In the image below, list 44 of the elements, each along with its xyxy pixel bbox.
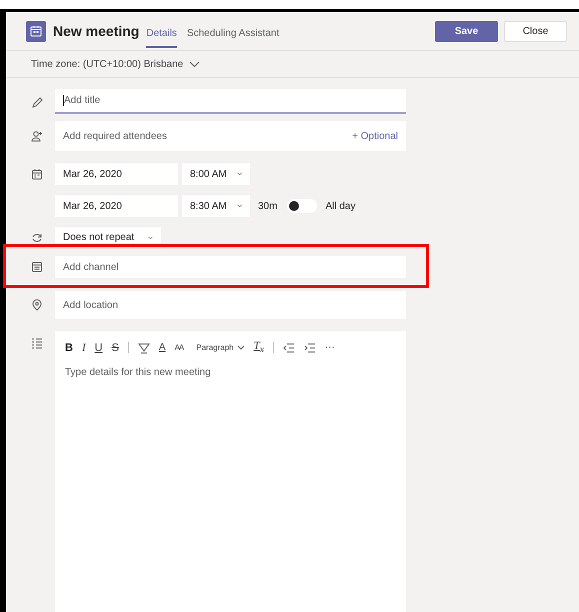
repeat-icon [31, 232, 43, 244]
title-field[interactable]: Add title [55, 89, 406, 114]
paragraph-dropdown[interactable]: Paragraph [196, 340, 245, 355]
channel-icon [31, 261, 43, 273]
chevron-down-icon [236, 203, 242, 209]
outdent-icon[interactable] [282, 342, 295, 353]
duration-label: 30m [258, 200, 278, 212]
chevron-down-icon [236, 171, 242, 177]
date-field[interactable]: Mar 26, 2020 [55, 195, 178, 217]
location-field[interactable]: Add location [55, 291, 406, 319]
chevron-down-icon [189, 60, 200, 68]
calendar-icon [26, 20, 46, 42]
all-day-toggle[interactable] [287, 199, 318, 213]
chevron-down-icon [148, 234, 153, 240]
strike-button[interactable]: S [112, 340, 119, 355]
add-person-icon [31, 130, 43, 142]
close-button[interactable]: Close [504, 20, 567, 42]
bold-button[interactable]: B [65, 340, 73, 355]
italic-button[interactable]: I [82, 340, 86, 355]
timezone-dropdown[interactable]: Time zone: (UTC+10:00) Brisbane [31, 58, 200, 70]
tab[interactable]: Scheduling Assistant [186, 18, 280, 48]
location-pin-icon [31, 299, 43, 311]
clear-format-button[interactable]: T$_{x}$ [254, 339, 264, 356]
attendees-field[interactable]: Add required attendees + Optional [55, 121, 406, 151]
details-field[interactable]: Type details for this new meeting [55, 356, 406, 612]
date-field[interactable]: Mar 26, 2020 [55, 163, 178, 185]
font-size-button[interactable]: AA [174, 340, 184, 355]
all-day-label: All day [325, 200, 356, 212]
underline-button[interactable]: U [94, 340, 103, 355]
chevron-down-icon [236, 345, 245, 350]
channel-field[interactable]: Add channel [55, 256, 406, 278]
more-button[interactable]: ··· [324, 340, 335, 355]
indent-icon[interactable] [304, 342, 316, 353]
font-color-button[interactable]: A [158, 340, 166, 355]
window-title: New meeting [53, 23, 140, 39]
optional-link[interactable]: + Optional [352, 130, 398, 142]
save-button[interactable]: Save [435, 20, 498, 42]
calendar-icon [31, 168, 43, 180]
list-icon [31, 337, 43, 349]
tab[interactable]: Details [146, 18, 177, 48]
pencil-icon [31, 96, 43, 108]
time-dropdown[interactable]: 8:00 AM [182, 163, 250, 185]
highlighter-icon[interactable] [138, 342, 150, 354]
time-dropdown[interactable]: 8:30 AM [182, 195, 250, 217]
